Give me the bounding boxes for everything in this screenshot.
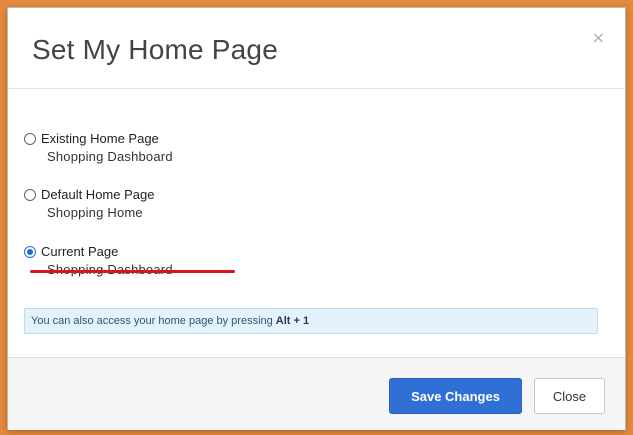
radio-current-page[interactable] <box>24 245 36 258</box>
option-sub-label: Shopping Home <box>47 205 143 220</box>
dialog-footer: Save Changes Close <box>8 357 625 430</box>
close-button[interactable]: Close <box>534 378 605 414</box>
dialog-title: Set My Home Page <box>32 34 278 65</box>
radio-default-home-page[interactable] <box>24 188 36 201</box>
option-existing-home-page[interactable]: Existing Home Page Shopping Dashboard <box>24 131 173 164</box>
option-label: Current Page <box>41 244 119 259</box>
option-default-home-page[interactable]: Default Home Page Shopping Home <box>24 187 154 220</box>
dialog-header: Set My Home Page × <box>8 8 625 89</box>
dialog-body: Existing Home Page Shopping Dashboard De… <box>8 89 625 357</box>
option-sub-label: Shopping Dashboard <box>47 149 173 164</box>
shortcut-keys: Alt + 1 <box>275 315 310 327</box>
radio-existing-home-page[interactable] <box>24 132 36 145</box>
save-changes-button[interactable]: Save Changes <box>389 378 522 414</box>
close-icon[interactable]: × <box>592 28 605 47</box>
set-home-page-dialog: Set My Home Page × Existing Home Page Sh… <box>7 7 626 430</box>
red-underline-annotation <box>30 270 235 273</box>
option-label: Existing Home Page <box>41 131 159 146</box>
info-text: You can also access your home page by pr… <box>31 315 273 327</box>
option-label: Default Home Page <box>41 187 155 202</box>
info-banner: You can also access your home page by pr… <box>24 308 598 334</box>
